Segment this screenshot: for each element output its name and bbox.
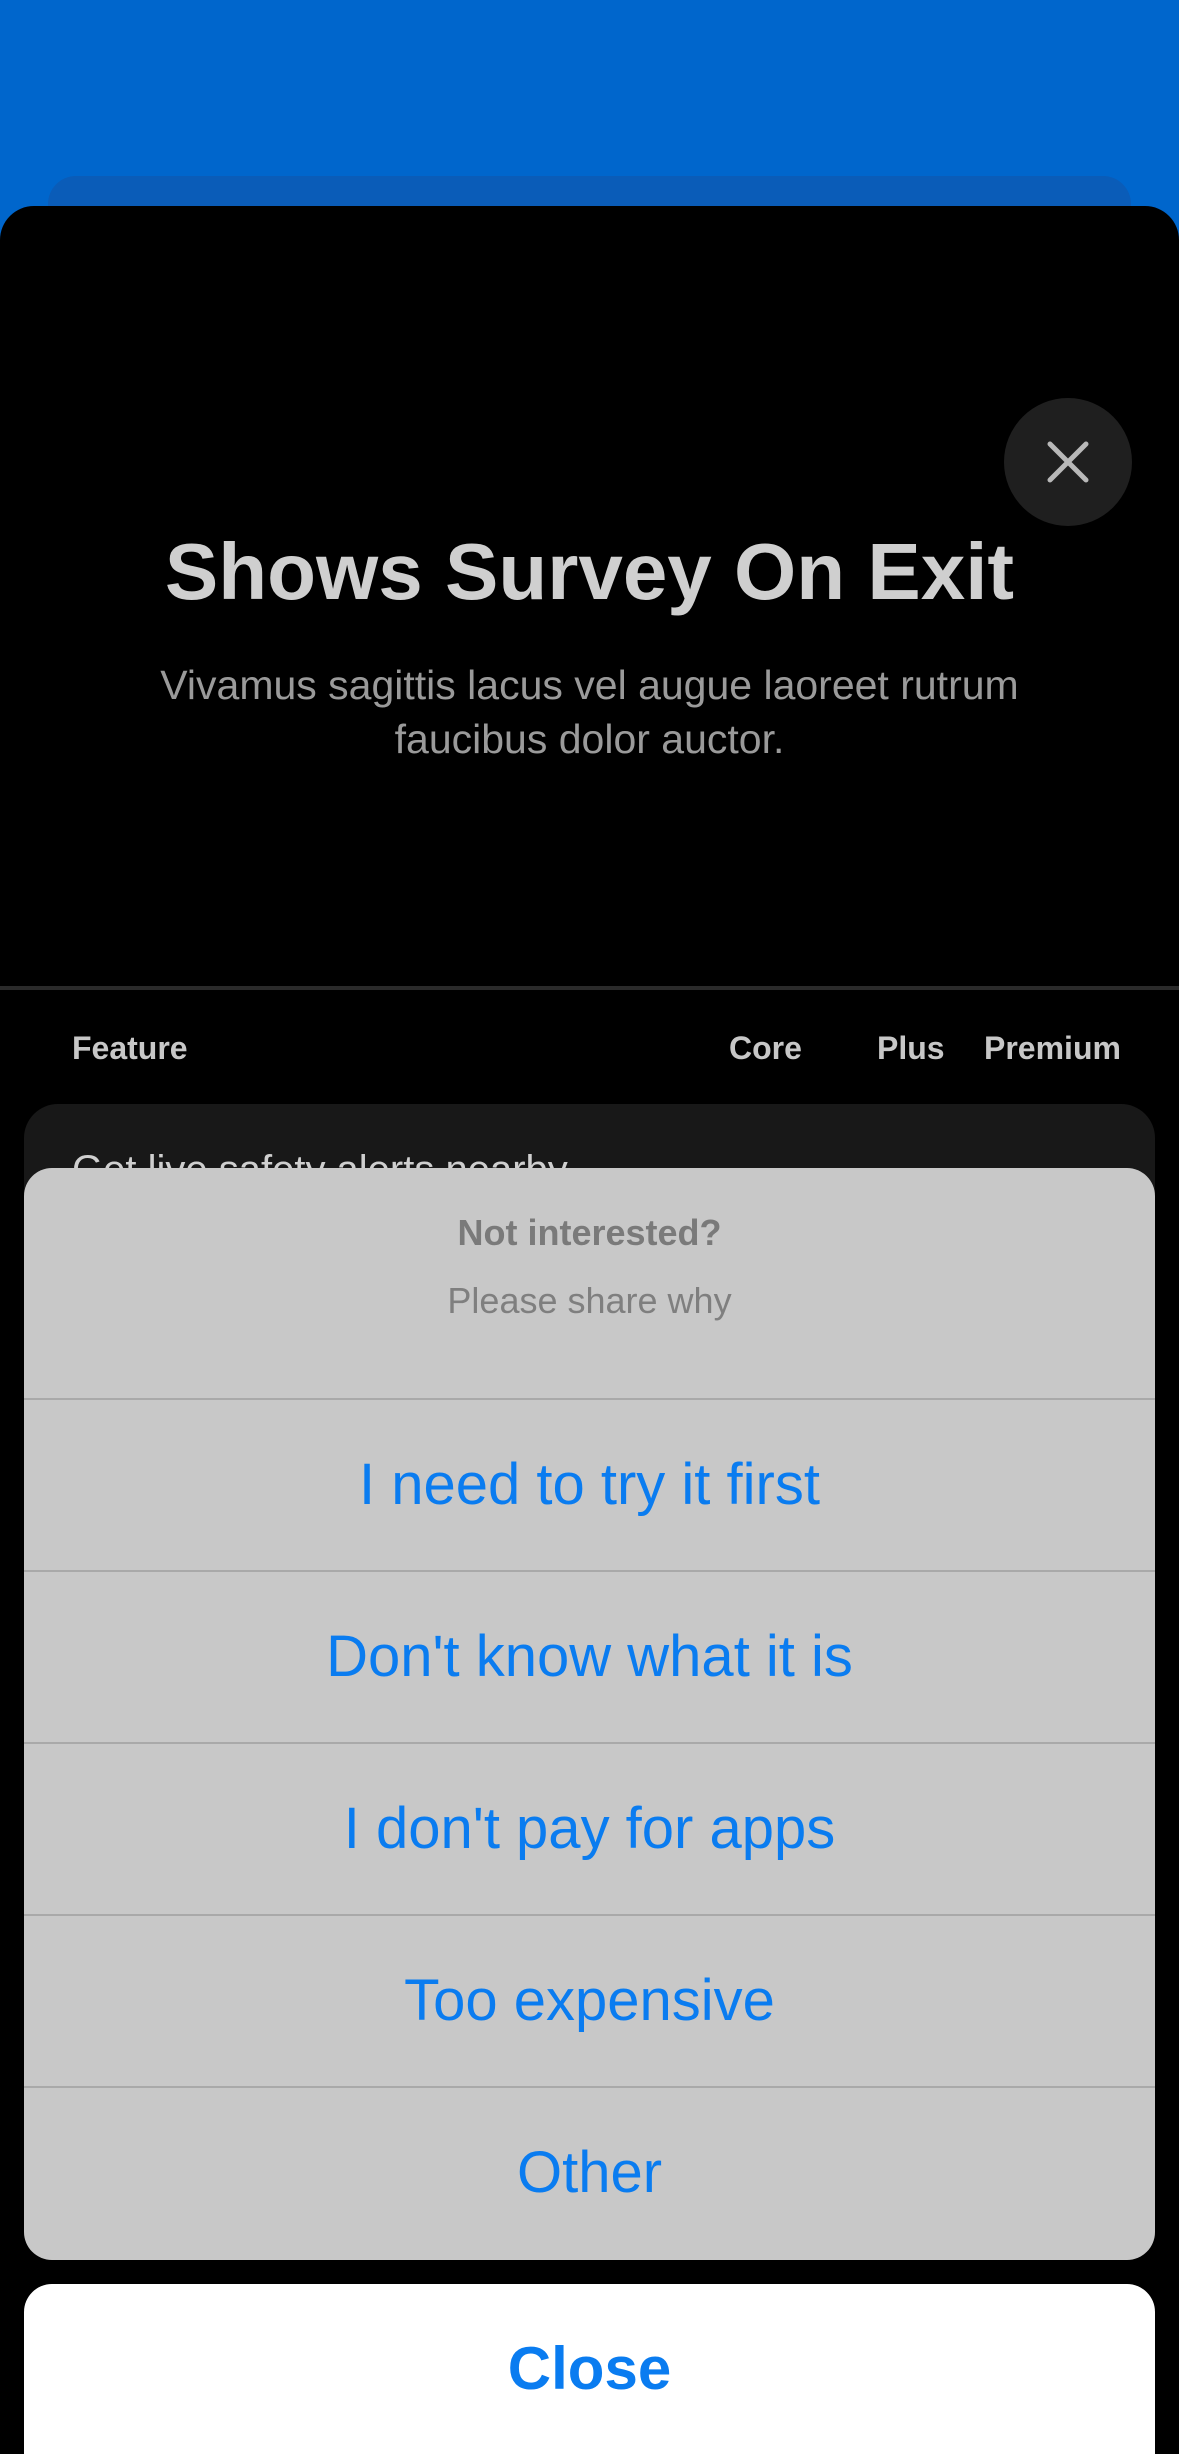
option-dont-pay[interactable]: I don't pay for apps (24, 1742, 1155, 1914)
paywall-title: Shows Survey On Exit (164, 527, 1015, 616)
table-header-plus: Plus (877, 1030, 945, 1066)
option-too-expensive[interactable]: Too expensive (24, 1914, 1155, 2086)
section-divider (0, 986, 1179, 990)
survey-action-sheet: Not interested? Please share why I need … (24, 1168, 1155, 2260)
table-header-feature: Feature (72, 1030, 188, 1066)
action-sheet-header: Not interested? Please share why (24, 1168, 1155, 1398)
option-try-first[interactable]: I need to try it first (24, 1398, 1155, 1570)
close-icon (1047, 441, 1089, 483)
table-header-premium: Premium (984, 1030, 1121, 1066)
paywall-subtitle: Vivamus sagittis lacus vel augue laoreet… (160, 662, 1019, 762)
table-header-core: Core (729, 1030, 802, 1066)
action-sheet-message: Please share why (447, 1280, 732, 1321)
close-button[interactable]: Close (24, 2284, 1155, 2454)
option-dont-know[interactable]: Don't know what it is (24, 1570, 1155, 1742)
close-paywall-button[interactable] (1004, 398, 1132, 526)
option-other[interactable]: Other (24, 2086, 1155, 2258)
action-sheet-title: Not interested? (457, 1212, 722, 1253)
